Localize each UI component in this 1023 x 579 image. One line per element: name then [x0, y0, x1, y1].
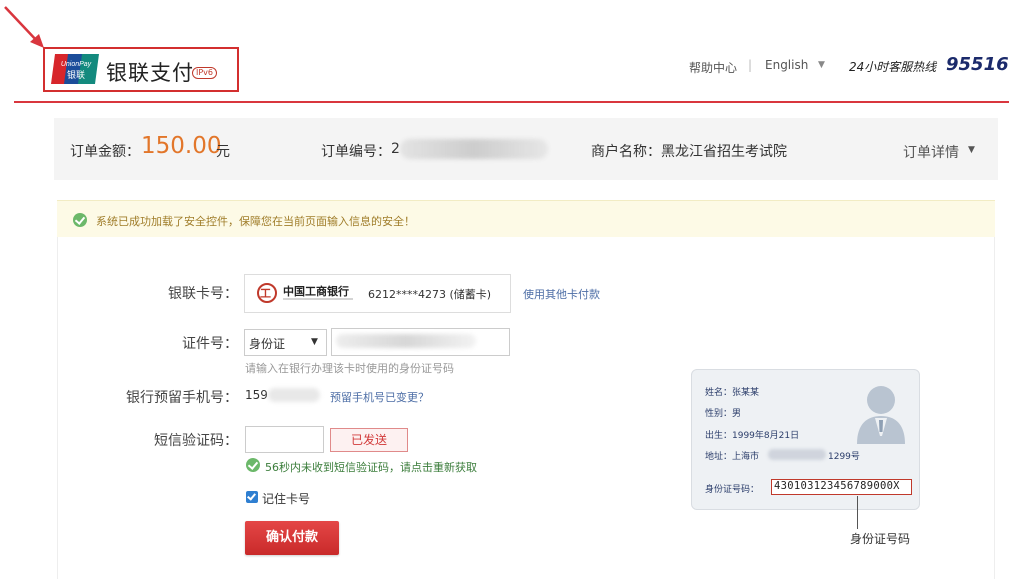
sms-code-input[interactable]: [245, 426, 324, 453]
id-card-number-label: 身份证号码：: [705, 485, 760, 495]
svg-text:银联: 银联: [67, 69, 85, 81]
ipv6-badge: IPv6: [192, 67, 218, 79]
remember-card-checkbox[interactable]: [246, 491, 258, 503]
order-detail-link[interactable]: 订单详情: [903, 142, 959, 162]
id-card-number: 430103123456789000X: [771, 479, 912, 495]
merchant-name: 商户名称：黑龙江省招生考试院: [591, 144, 787, 160]
chevron-down-icon[interactable]: ▼: [818, 60, 825, 70]
id-type-value: 身份证: [249, 337, 286, 351]
reserved-phone-value: 159: [245, 388, 268, 402]
amount-value: 150.00: [141, 133, 222, 159]
header-separator: |: [748, 58, 753, 72]
chevron-down-icon[interactable]: ▼: [311, 337, 318, 347]
confirm-payment-button[interactable]: 确认付款: [245, 521, 339, 555]
id-number-pointer: [857, 496, 858, 529]
person-silhouette-icon: [857, 386, 905, 444]
chevron-down-icon[interactable]: ▼: [968, 145, 975, 155]
check-circle-icon: [246, 458, 260, 472]
id-card-birth: 出生：1999年8月21日: [705, 431, 800, 441]
phone-redaction: [268, 388, 320, 402]
brand-title: 银联支付: [106, 61, 194, 85]
check-circle-icon: [73, 213, 87, 227]
hotline-label: 24小时客服热线: [849, 60, 937, 74]
order-number-label: 订单编号：: [321, 144, 391, 160]
svg-text:UnionPay: UnionPay: [61, 61, 92, 68]
sms-sent-button[interactable]: 已发送: [330, 428, 408, 452]
annotation-arrow-icon: [4, 6, 44, 48]
security-notice-text: 系统已成功加载了安全控件，保障您在当前页面输入信息的安全！: [96, 215, 415, 228]
order-number-value: 2: [391, 141, 400, 157]
address-redaction: [768, 449, 826, 460]
bank-name: 中国工商银行: [283, 285, 349, 298]
id-card-gender: 性别：男: [705, 409, 742, 419]
card-number: 6212****4273 (储蓄卡): [368, 288, 492, 301]
unionpay-logo-icon: UnionPay 银联: [51, 54, 99, 84]
id-number-label: 证件号：: [182, 336, 238, 352]
order-number-redaction: [400, 139, 548, 159]
id-card-address-prefix: 地址：上海市: [705, 452, 760, 462]
bank-name-subtitle: [283, 298, 353, 300]
header-divider: [14, 101, 1009, 103]
id-card-name: 姓名：张某某: [705, 388, 760, 398]
help-center-link[interactable]: 帮助中心: [689, 59, 737, 76]
amount-unit: 元: [216, 144, 230, 160]
sms-code-label: 短信验证码：: [154, 433, 238, 449]
hotline-number: 95516: [946, 54, 1009, 75]
language-selector[interactable]: English: [765, 58, 808, 72]
id-number-redaction: [336, 334, 476, 348]
icbc-bank-icon: [257, 283, 277, 303]
amount-label: 订单金额：: [70, 144, 140, 160]
use-other-card-link[interactable]: 使用其他卡付款: [523, 286, 600, 302]
phone-changed-link[interactable]: 预留手机号已变更？: [330, 389, 429, 405]
id-number-hint: 请输入在银行办理该卡时使用的身份证号码: [245, 362, 454, 375]
id-card-address-suffix: 1299号: [828, 452, 860, 462]
card-number-label: 银联卡号：: [168, 286, 238, 302]
reserved-phone-label: 银行预留手机号：: [126, 390, 238, 406]
id-number-caption: 身份证号码: [850, 532, 911, 546]
sms-resend-tip: 56秒内未收到短信验证码，请点击重新获取: [265, 461, 477, 474]
remember-card-label[interactable]: 记住卡号: [262, 490, 310, 507]
